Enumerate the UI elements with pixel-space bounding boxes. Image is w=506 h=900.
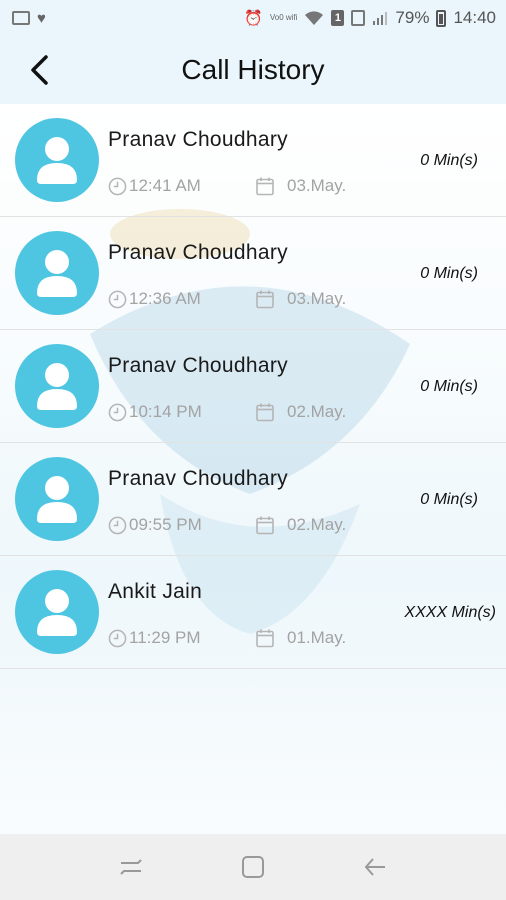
recent-apps-button[interactable] [111, 847, 151, 887]
call-row[interactable]: Pranav Choudhary 12:36 AM 03.May. 0 Min(… [0, 217, 506, 330]
home-icon [242, 856, 264, 878]
call-history-list[interactable]: Pranav Choudhary 12:41 AM 03.May. 0 Min(… [0, 104, 506, 834]
call-date: 03.May. [287, 176, 347, 195]
call-meta: 11:29 PM 01.May. [108, 628, 346, 648]
caller-name: Pranav Choudhary [108, 241, 288, 264]
signal-icon [373, 12, 388, 25]
clock-icon [108, 290, 127, 308]
call-meta: 09:55 PM 02.May. [108, 515, 346, 535]
caller-name: Pranav Choudhary [108, 467, 288, 490]
heart-notification-icon: ♥ [37, 9, 46, 27]
caller-name: Pranav Choudhary [108, 128, 288, 151]
status-notifications: ♥ [12, 11, 46, 26]
sim-indicator: 1 [331, 10, 345, 26]
status-bar: ♥ ⏰ Vo0 wifi 1 79% 14:40 [0, 0, 506, 36]
call-date: 02.May. [287, 402, 347, 421]
call-row[interactable]: Pranav Choudhary 09:55 PM 02.May. 0 Min(… [0, 443, 506, 556]
call-time: 10:14 PM [129, 402, 202, 421]
system-nav-bar [0, 834, 506, 900]
call-time: 12:41 AM [129, 176, 201, 195]
user-avatar-icon [15, 118, 99, 202]
caller-name: Pranav Choudhary [108, 354, 288, 377]
call-time: 09:55 PM [129, 515, 202, 534]
call-duration: 0 Min(s) [420, 152, 478, 169]
wifi-icon [305, 11, 324, 25]
user-avatar-icon [15, 570, 99, 654]
call-duration: 0 Min(s) [420, 491, 478, 508]
call-duration: 0 Min(s) [420, 265, 478, 282]
app-header: Call History [0, 36, 506, 104]
calendar-icon [256, 403, 274, 422]
call-row[interactable]: Pranav Choudhary 10:14 PM 02.May. 0 Min(… [0, 330, 506, 443]
calendar-icon [256, 629, 274, 648]
page-title: Call History [181, 54, 325, 85]
calendar-icon [256, 290, 274, 309]
clock-icon [108, 629, 127, 647]
calendar-icon [256, 516, 274, 535]
gallery-notification-icon [12, 11, 30, 25]
battery-icon [436, 9, 447, 27]
user-avatar-icon [15, 231, 99, 315]
clock-icon [108, 177, 127, 195]
call-meta: 12:41 AM 03.May. [108, 176, 346, 196]
clock-time: 14:40 [453, 8, 496, 27]
caller-name: Ankit Jain [108, 580, 203, 603]
call-meta: 10:14 PM 02.May. [108, 402, 346, 422]
call-date: 01.May. [287, 628, 347, 647]
call-time: 11:29 PM [129, 628, 201, 647]
user-avatar-icon [15, 457, 99, 541]
no-sim-icon [351, 10, 366, 26]
clock-icon [108, 403, 127, 421]
call-row[interactable]: Pranav Choudhary 12:41 AM 03.May. 0 Min(… [0, 104, 506, 217]
user-avatar-icon [15, 344, 99, 428]
status-system: ⏰ Vo0 wifi 1 79% 14:40 [244, 8, 496, 28]
home-button[interactable] [233, 847, 273, 887]
call-meta: 12:36 AM 03.May. [108, 289, 346, 309]
nav-back-button[interactable] [355, 847, 395, 887]
alarm-icon: ⏰ [244, 9, 263, 27]
call-duration: 0 Min(s) [420, 378, 478, 395]
nav-back-icon [365, 858, 385, 876]
volte-wifi-label: Vo0 wifi [269, 13, 298, 22]
clock-icon [108, 516, 127, 534]
call-duration: XXXX Min(s) [404, 604, 496, 621]
recent-apps-icon [120, 859, 142, 875]
call-time: 12:36 AM [129, 289, 201, 308]
call-date: 02.May. [287, 515, 347, 534]
battery-percent: 79% [395, 8, 430, 27]
calendar-icon [256, 177, 274, 196]
call-row[interactable]: Ankit Jain 11:29 PM 01.May. XXXX Min(s) [0, 556, 506, 669]
call-date: 03.May. [287, 289, 347, 308]
